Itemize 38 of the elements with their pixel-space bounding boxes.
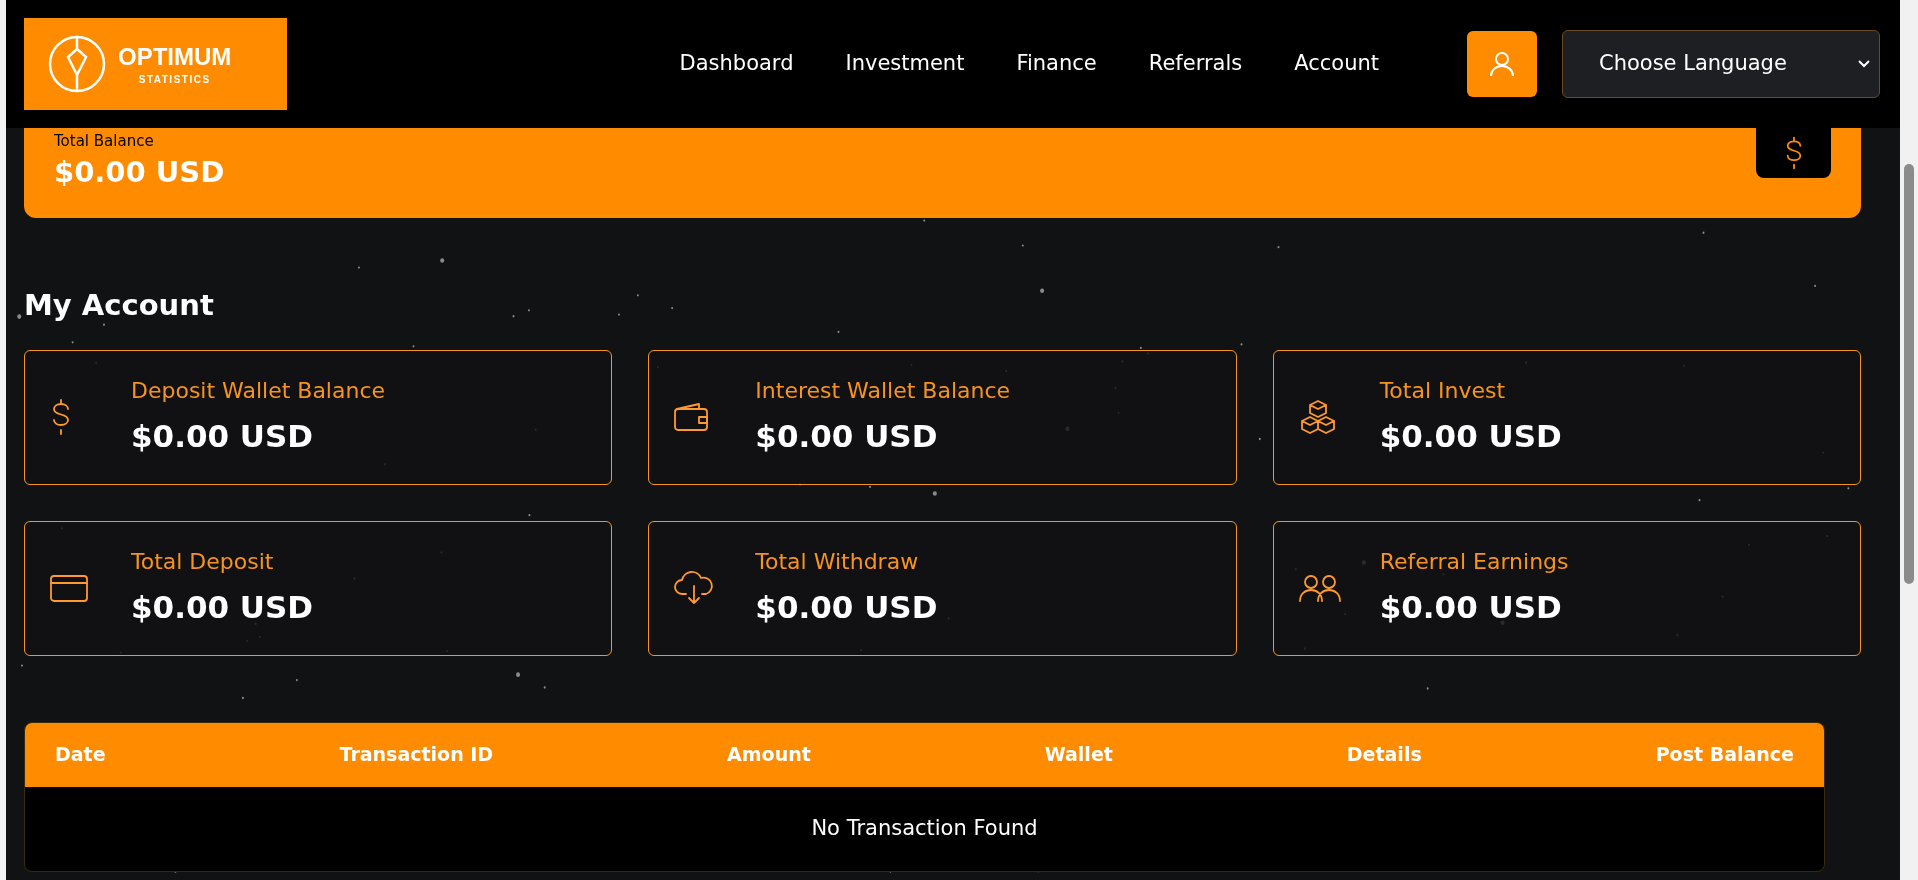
diamond-logo-icon xyxy=(48,35,106,93)
nav-link[interactable]: Account xyxy=(1294,48,1379,80)
nav-link[interactable]: Investment xyxy=(845,48,965,80)
wallet-icon xyxy=(673,402,710,432)
users-icon xyxy=(1297,573,1342,603)
stat-label: Total Invest xyxy=(1379,377,1507,406)
chevron-down-icon xyxy=(1857,59,1871,69)
stat-amount: $0.00 USD xyxy=(1379,417,1562,457)
credit-card-icon xyxy=(49,573,89,603)
stat-amount: $0.00 USD xyxy=(755,588,938,628)
logo-tagline: STATISTICS xyxy=(138,72,211,87)
column-header: Details xyxy=(1346,742,1422,768)
empty-message: No Transaction Found xyxy=(811,814,1038,842)
column-header: Wallet xyxy=(1044,742,1113,768)
stat-label: Deposit Wallet Balance xyxy=(131,377,386,406)
stat-label: Referral Earnings xyxy=(1379,548,1569,577)
column-header: Date xyxy=(55,742,106,768)
stat-amount: $0.00 USD xyxy=(131,417,315,457)
balance-label: Total Balance xyxy=(54,132,155,151)
stat-label: Interest Wallet Balance xyxy=(755,377,1011,406)
profile-button[interactable] xyxy=(1467,31,1537,97)
nav-link[interactable]: Referrals xyxy=(1148,48,1243,80)
cloud-download-icon xyxy=(673,570,716,606)
nav-link[interactable]: Dashboard xyxy=(679,48,794,80)
stat-amount: $0.00 USD xyxy=(1379,588,1563,628)
stat-amount: $0.00 USD xyxy=(755,417,939,457)
section-title: My Account xyxy=(24,287,215,324)
stat-amount: $0.00 USD xyxy=(131,588,314,628)
logo-name: OPTIMUM xyxy=(118,41,232,72)
column-header: Transaction ID xyxy=(339,742,494,768)
column-header: Post Balance xyxy=(1655,742,1794,768)
language-select[interactable]: Choose Language xyxy=(1562,30,1880,98)
balance-amount: $0.00 USD xyxy=(54,153,225,191)
stat-label: Total Deposit xyxy=(131,548,275,577)
user-icon xyxy=(1489,51,1515,77)
column-header: Amount xyxy=(727,742,811,768)
nav-link[interactable]: Finance xyxy=(1016,48,1097,80)
stat-label: Total Withdraw xyxy=(755,548,920,577)
